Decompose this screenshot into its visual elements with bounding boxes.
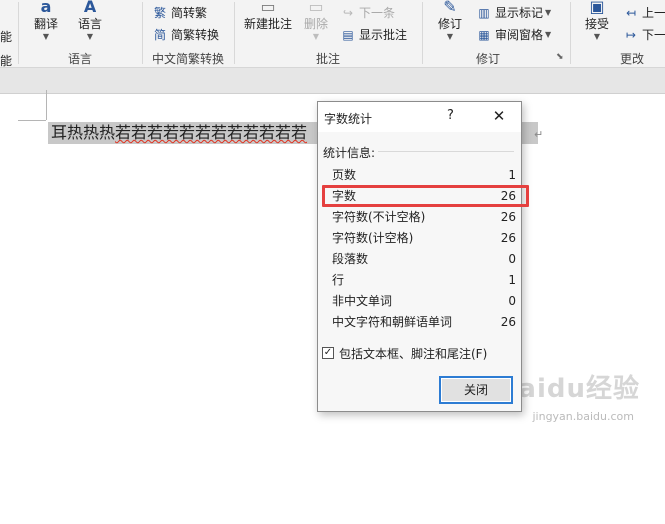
chevron-down-icon: ▼: [545, 8, 552, 17]
dialog-launcher-icon[interactable]: ⬊: [556, 52, 564, 62]
next-comment-button[interactable]: ↪ 下一条: [341, 4, 395, 21]
partial-left-label: 能: [0, 54, 13, 68]
delete-comment-icon: ▭: [308, 0, 324, 14]
simplified-traditional-convert-button[interactable]: 简 简繁转换: [153, 26, 219, 43]
translate-button[interactable]: a 翻译 ▼: [34, 0, 58, 42]
margin-corner-vertical: [46, 90, 47, 120]
group-separator: [422, 2, 423, 64]
accept-button[interactable]: ▣ 接受 ▼: [585, 0, 609, 42]
markup-icon: ▥: [478, 5, 490, 20]
chevron-down-icon: ▼: [42, 32, 50, 41]
traditional-char-icon: 繁: [153, 5, 166, 20]
watermark-url: jingyan.baidu.com: [532, 410, 634, 423]
track-changes-button[interactable]: ✎ 修订 ▼: [438, 0, 462, 42]
chevron-down-icon: ▼: [545, 30, 552, 39]
accept-icon: ▣: [589, 0, 605, 14]
statistics-heading: 统计信息:: [323, 146, 376, 160]
chevron-down-icon: ▼: [593, 32, 601, 41]
chevron-down-icon: ▼: [446, 32, 454, 41]
misspelled-text: 若若若若若若若若若若若若: [115, 123, 308, 142]
group-separator: [234, 2, 235, 64]
close-button[interactable]: 关闭: [439, 376, 513, 404]
delete-comment-button[interactable]: ▭ 删除 ▼: [304, 0, 328, 42]
group-separator: [570, 2, 571, 64]
help-icon[interactable]: ?: [447, 108, 454, 123]
include-textboxes-checkbox[interactable]: ✓: [322, 347, 334, 359]
group-label-chinese-conversion: 中文简繁转换: [152, 52, 225, 66]
reviewing-pane-icon: ▦: [478, 27, 490, 42]
stat-row-chars-no-spaces: 字符数(不计空格) 26: [332, 210, 516, 224]
chevron-down-icon: ▼: [312, 32, 320, 41]
language-button[interactable]: A 语言 ▼: [78, 0, 102, 42]
stat-row-cjk-chars: 中文字符和朝鲜语单词 26: [332, 315, 516, 329]
close-icon[interactable]: ✕: [489, 106, 509, 126]
stat-row-paragraphs: 段落数 0: [332, 252, 516, 266]
next-change-button[interactable]: ↦ 下一: [624, 26, 665, 43]
next-comment-icon: ↪: [342, 5, 354, 20]
translate-icon: a: [40, 0, 52, 14]
group-separator: [18, 2, 19, 64]
reviewing-pane-dropdown[interactable]: ▦ 审阅窗格 ▼: [477, 26, 551, 43]
language-icon: A: [83, 0, 97, 14]
new-comment-button[interactable]: ▭ 新建批注: [244, 0, 292, 32]
simplified-to-traditional-button[interactable]: 繁 简转繁: [153, 4, 207, 21]
partial-left-item[interactable]: 能: [0, 28, 12, 45]
include-textboxes-label: 包括文本框、脚注和尾注(F): [339, 346, 488, 361]
stat-row-chars-with-spaces: 字符数(计空格) 26: [332, 231, 516, 245]
annotation-highlight-box: [322, 185, 529, 207]
track-changes-icon: ✎: [443, 0, 457, 14]
group-label-tracking: 修订: [476, 52, 501, 66]
previous-change-button[interactable]: ↤ 上一: [624, 4, 665, 21]
paragraph-mark-icon: ↵: [534, 128, 544, 141]
ribbon-toolbar: 能 能 a 翻译 ▼ A 语言 ▼ 语言 繁 简转繁 简 简繁转换 中文简繁转换…: [0, 0, 665, 68]
plain-text: 耳热热热: [51, 123, 116, 142]
dialog-title: 字数统计: [324, 112, 373, 126]
show-comments-icon: ▤: [342, 27, 354, 42]
group-label-changes: 更改: [620, 52, 645, 66]
show-comments-button[interactable]: ▤ 显示批注: [341, 26, 407, 43]
chevron-down-icon: ▼: [86, 32, 94, 41]
margin-corner-horizontal: [18, 120, 46, 121]
group-label-language: 语言: [68, 52, 93, 66]
group-separator: [142, 2, 143, 64]
next-change-icon: ↦: [625, 27, 637, 42]
stat-row-non-chinese-words: 非中文单词 0: [332, 294, 516, 308]
word-count-dialog: 字数统计 ? ✕ 统计信息: 页数 1 字数 26 字符数(不计空格) 26 字…: [317, 101, 529, 412]
stat-row-lines: 行 1: [332, 273, 516, 287]
stat-row-pages: 页数 1: [332, 168, 516, 182]
group-label-comments: 批注: [316, 52, 341, 66]
previous-change-icon: ↤: [625, 5, 637, 20]
include-textboxes-checkbox-row[interactable]: ✓ 包括文本框、脚注和尾注(F): [322, 345, 487, 361]
comment-icon: ▭: [260, 0, 276, 14]
dialog-titlebar[interactable]: 字数统计 ? ✕: [318, 102, 521, 132]
simplified-char-icon: 简: [153, 27, 166, 42]
ruler-band: [0, 68, 665, 94]
show-markup-dropdown[interactable]: ▥ 显示标记 ▼: [477, 4, 551, 21]
section-divider: [378, 151, 514, 152]
